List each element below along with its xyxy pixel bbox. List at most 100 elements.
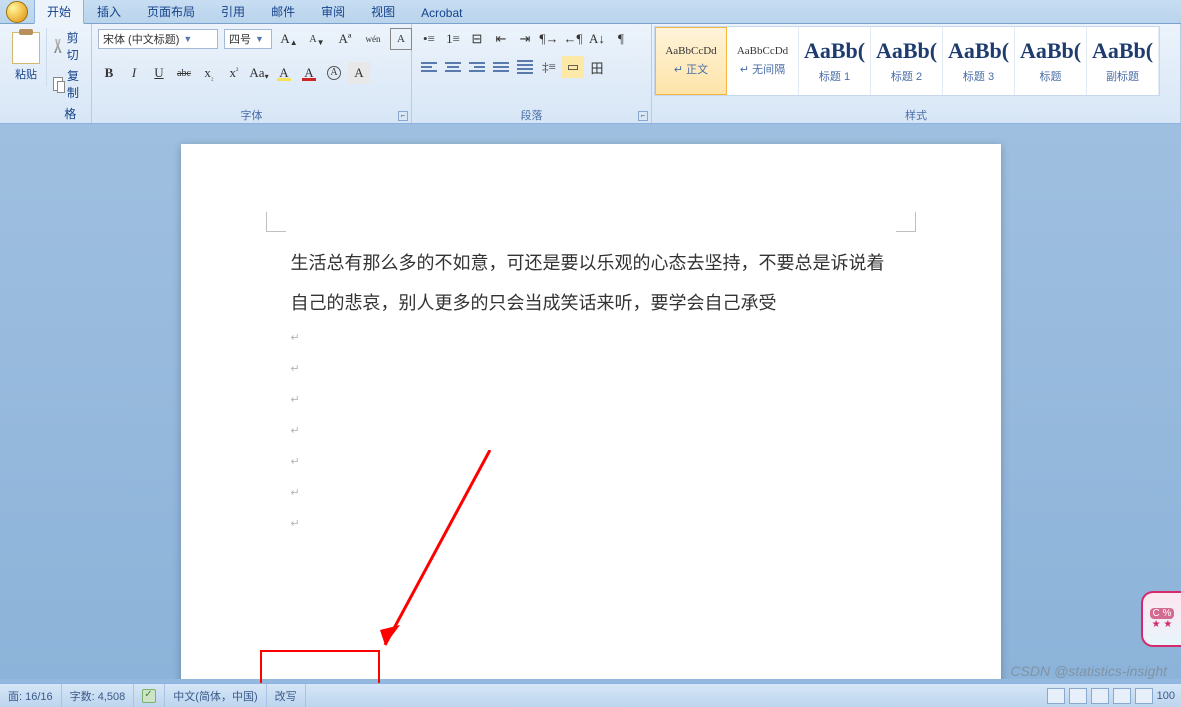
- subscript-button[interactable]: x₂: [198, 62, 220, 84]
- shrink-font-button[interactable]: A▼: [306, 28, 328, 50]
- ltr-button[interactable]: ¶→: [538, 28, 560, 50]
- grow-font-button[interactable]: A▲: [278, 28, 300, 50]
- change-case-button[interactable]: Aa▾: [248, 62, 270, 84]
- style-item-6[interactable]: AaBb( 副标题: [1087, 27, 1159, 95]
- view-print-layout-button[interactable]: [1047, 688, 1065, 704]
- align-left-button[interactable]: [418, 56, 440, 78]
- style-item-0[interactable]: AaBbCcDd↵ 正文: [655, 27, 727, 95]
- underline-button[interactable]: U: [148, 62, 170, 84]
- character-border-button[interactable]: A: [390, 28, 412, 50]
- tab-view[interactable]: 视图: [358, 0, 408, 23]
- style-preview: AaBb(: [876, 38, 937, 64]
- font-launcher-icon[interactable]: ⌐: [398, 111, 408, 121]
- view-draft-button[interactable]: [1135, 688, 1153, 704]
- copy-button[interactable]: 复制: [51, 66, 85, 102]
- body-paragraph-1: 生活总有那么多的不如意，可还是要以乐观的心态去坚持，不要总是诉说着自己的悲哀，别…: [291, 244, 891, 323]
- show-marks-button[interactable]: ¶: [610, 28, 632, 50]
- status-word-count[interactable]: 字数: 4,508: [62, 684, 135, 707]
- style-preview: AaBb(: [1092, 38, 1153, 64]
- view-outline-button[interactable]: [1113, 688, 1131, 704]
- paste-label: 粘贴: [15, 66, 37, 82]
- status-zoom[interactable]: 100: [1157, 690, 1175, 702]
- status-page[interactable]: 面: 16/16: [0, 684, 62, 707]
- tab-review[interactable]: 审阅: [308, 0, 358, 23]
- highlight-button[interactable]: A: [273, 62, 295, 84]
- phonetic-guide-button[interactable]: wén: [362, 28, 384, 50]
- line-spacing-button[interactable]: ‡≡: [538, 56, 560, 78]
- rtl-button[interactable]: ←¶: [562, 28, 584, 50]
- multilevel-list-button[interactable]: ⊟: [466, 28, 488, 50]
- tab-acrobat[interactable]: Acrobat: [408, 2, 475, 23]
- style-preview: AaBb(: [1020, 38, 1081, 64]
- group-font: 宋体 (中文标题)▼ 四号▼ A▲ A▼ Aª wén A B I U abc …: [92, 24, 412, 123]
- status-bar: 面: 16/16 字数: 4,508 中文(简体，中国) 改写 100: [0, 683, 1181, 707]
- side-widget-line2: ★ ★: [1152, 619, 1173, 630]
- borders-button[interactable]: 田: [586, 56, 608, 78]
- align-center-button[interactable]: [442, 56, 464, 78]
- view-fullscreen-button[interactable]: [1069, 688, 1087, 704]
- status-language[interactable]: 中文(简体，中国): [165, 684, 266, 707]
- font-size-select[interactable]: 四号▼: [224, 29, 272, 49]
- side-widget[interactable]: C % ★ ★: [1141, 591, 1181, 647]
- justify-button[interactable]: [490, 56, 512, 78]
- style-item-1[interactable]: AaBbCcDd ↵ 无间隔: [727, 27, 799, 95]
- tab-references[interactable]: 引用: [208, 0, 258, 23]
- clear-formatting-button[interactable]: Aª: [334, 28, 356, 50]
- bullets-button[interactable]: •≡: [418, 28, 440, 50]
- tab-mailings[interactable]: 邮件: [258, 0, 308, 23]
- style-name: 副标题: [1106, 68, 1139, 84]
- align-right-button[interactable]: [466, 56, 488, 78]
- cut-label: 剪切: [67, 29, 83, 63]
- group-font-label: 字体⌐: [92, 107, 411, 123]
- cut-icon: [53, 39, 63, 53]
- view-web-button[interactable]: [1091, 688, 1109, 704]
- style-item-2[interactable]: AaBb(标题 1: [799, 27, 871, 95]
- font-name-select[interactable]: 宋体 (中文标题)▼: [98, 29, 218, 49]
- chevron-down-icon: ▼: [255, 34, 264, 44]
- style-item-3[interactable]: AaBb( 标题 2: [871, 27, 943, 95]
- margin-mark-tl-icon: [266, 212, 286, 232]
- sort-button[interactable]: A↓: [586, 28, 608, 50]
- italic-button[interactable]: I: [123, 62, 145, 84]
- style-name: 标题 1: [819, 68, 850, 84]
- shading-button[interactable]: ▭: [562, 56, 584, 78]
- document-page[interactable]: 生活总有那么多的不如意，可还是要以乐观的心态去坚持，不要总是诉说着自己的悲哀，别…: [181, 144, 1001, 679]
- status-spellcheck[interactable]: [134, 684, 165, 707]
- strike-button[interactable]: abc: [173, 62, 195, 84]
- distribute-button[interactable]: [514, 56, 536, 78]
- font-color-button[interactable]: A: [298, 62, 320, 84]
- tab-page-layout[interactable]: 页面布局: [134, 0, 208, 23]
- copy-icon: [53, 77, 63, 91]
- paragraph-mark-icon: ↵: [291, 517, 891, 530]
- char-shading-button[interactable]: A: [348, 62, 370, 84]
- tab-insert[interactable]: 插入: [84, 0, 134, 23]
- styles-gallery[interactable]: AaBbCcDd↵ 正文AaBbCcDd↵ 无间隔AaBb(标题 1AaBb(标…: [654, 26, 1160, 96]
- group-styles: AaBbCcDd↵ 正文AaBbCcDd↵ 无间隔AaBb(标题 1AaBb(标…: [652, 24, 1181, 123]
- superscript-button[interactable]: x²: [223, 62, 245, 84]
- tab-home[interactable]: 开始: [34, 0, 84, 24]
- enclosed-char-button[interactable]: A: [323, 62, 345, 84]
- group-styles-label: 样式: [652, 107, 1180, 123]
- style-name: ↵ 无间隔: [740, 61, 785, 77]
- group-paragraph-label: 段落⌐: [412, 107, 651, 123]
- paragraph-mark-icon: ↵: [291, 424, 891, 437]
- style-name: 标题 2: [891, 68, 922, 84]
- status-overwrite-mode[interactable]: 改写: [267, 684, 306, 707]
- paragraph-launcher-icon[interactable]: ⌐: [638, 111, 648, 121]
- style-preview: AaBbCcDd: [737, 45, 788, 57]
- style-item-4[interactable]: AaBb(标题 3: [943, 27, 1015, 95]
- numbering-button[interactable]: 1≡: [442, 28, 464, 50]
- group-clipboard: 粘贴 剪切 复制 格式刷 剪贴板⌐: [0, 24, 92, 123]
- office-button-icon[interactable]: [6, 1, 28, 23]
- bold-button[interactable]: B: [98, 62, 120, 84]
- cut-button[interactable]: 剪切: [51, 28, 85, 64]
- style-name: 标题: [1040, 68, 1062, 84]
- decrease-indent-button[interactable]: ⇤: [490, 28, 512, 50]
- document-area[interactable]: 生活总有那么多的不如意，可还是要以乐观的心态去坚持，不要总是诉说着自己的悲哀，别…: [0, 124, 1181, 679]
- paragraph-mark-icon: ↵: [291, 455, 891, 468]
- paragraph-mark-icon: ↵: [291, 486, 891, 499]
- increase-indent-button[interactable]: ⇥: [514, 28, 536, 50]
- style-item-5[interactable]: AaBb( 标题: [1015, 27, 1087, 95]
- paste-button[interactable]: 粘贴: [6, 28, 47, 86]
- ribbon-tabs-bar: 开始 插入 页面布局 引用 邮件 审阅 视图 Acrobat: [0, 0, 1181, 24]
